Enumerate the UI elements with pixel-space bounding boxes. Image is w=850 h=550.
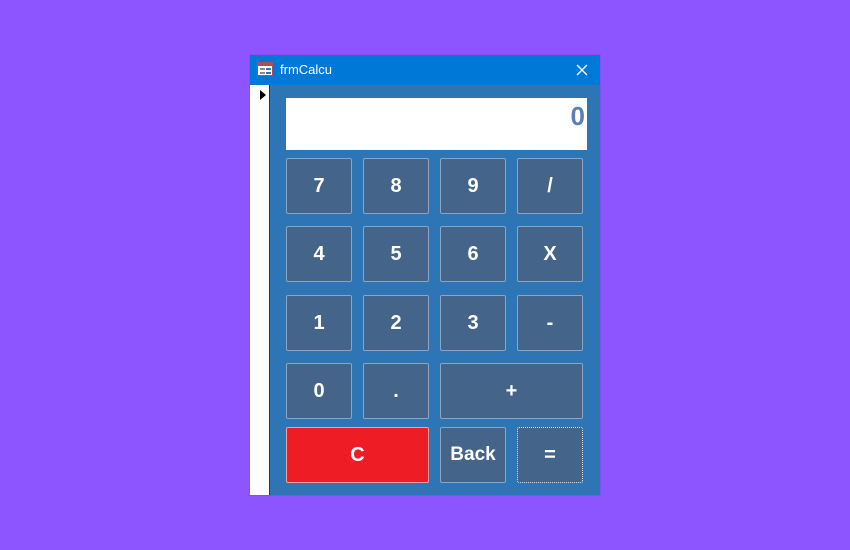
key-3[interactable]: 3	[440, 295, 506, 351]
divide-button[interactable]: /	[517, 158, 583, 214]
key-2[interactable]: 2	[363, 295, 429, 351]
current-record-icon	[260, 90, 266, 100]
plus-button[interactable]: +	[440, 363, 583, 419]
calculator-window: frmCalcu 0 7 8 9 / 4 5 6 X 1 2 3 - 0 . +…	[250, 55, 600, 495]
key-7[interactable]: 7	[286, 158, 352, 214]
key-6[interactable]: 6	[440, 226, 506, 282]
record-selector[interactable]	[250, 85, 270, 495]
clear-button[interactable]: C	[286, 427, 429, 483]
key-9[interactable]: 9	[440, 158, 506, 214]
window-title: frmCalcu	[280, 62, 333, 77]
title-bar: frmCalcu	[250, 55, 600, 85]
close-button[interactable]	[572, 60, 592, 80]
close-icon	[576, 64, 588, 76]
equals-button[interactable]: =	[517, 427, 583, 483]
key-4[interactable]: 4	[286, 226, 352, 282]
key-0[interactable]: 0	[286, 363, 352, 419]
key-8[interactable]: 8	[363, 158, 429, 214]
decimal-button[interactable]: .	[363, 363, 429, 419]
minus-button[interactable]: -	[517, 295, 583, 351]
back-button[interactable]: Back	[440, 427, 506, 483]
multiply-button[interactable]: X	[517, 226, 583, 282]
key-1[interactable]: 1	[286, 295, 352, 351]
access-form-icon	[257, 62, 273, 76]
calculator-display: 0	[286, 98, 587, 150]
display-value: 0	[570, 101, 585, 131]
key-5[interactable]: 5	[363, 226, 429, 282]
